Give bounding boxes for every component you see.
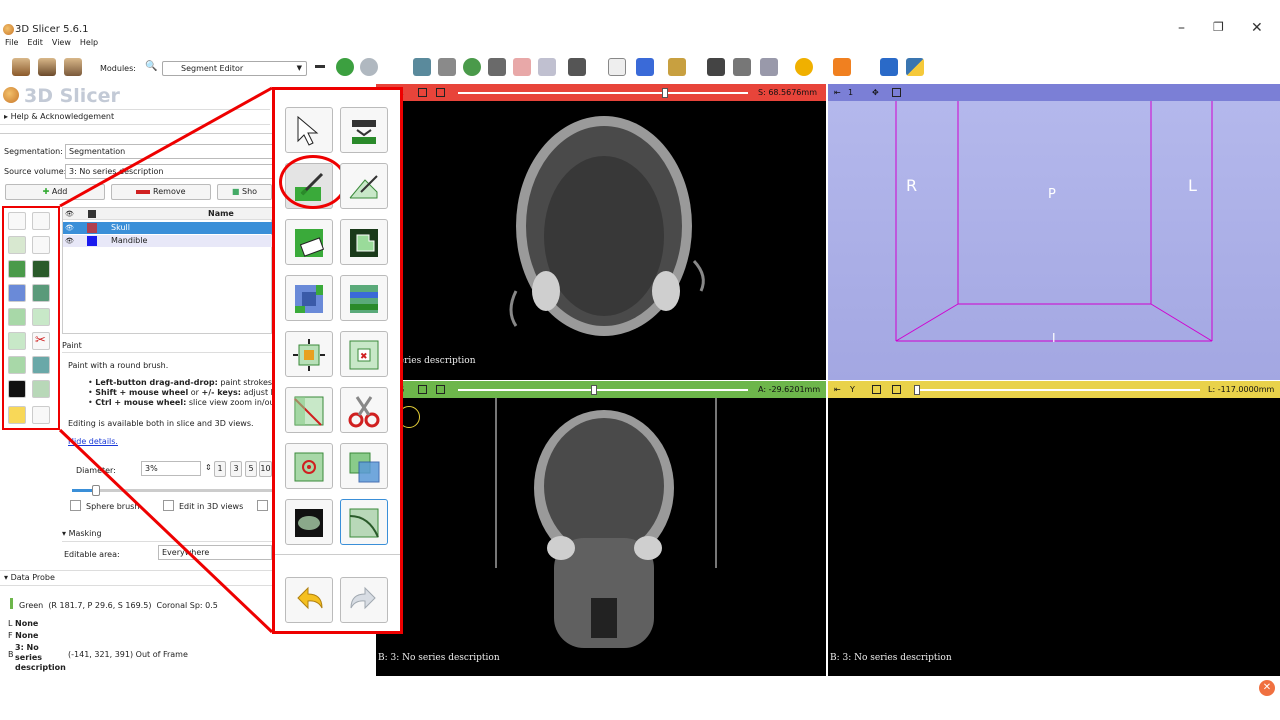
- green-view-controller: G A: -29.6201mm: [376, 381, 826, 398]
- mask-volume-tool-icon[interactable]: [285, 499, 333, 545]
- margin-tool-icon[interactable]: [285, 331, 333, 377]
- layout-icon[interactable]: [568, 58, 586, 76]
- yellow-slice-offset: L: -117.0000mm: [1208, 385, 1275, 394]
- green-slice-view[interactable]: B: 3: No series description: [376, 398, 826, 676]
- python-console-icon[interactable]: [906, 58, 924, 76]
- view-link-icon[interactable]: [833, 58, 851, 76]
- status-bar: ✕: [0, 676, 1280, 720]
- scene-view-icon[interactable]: [733, 58, 751, 76]
- red-slice-slider-handle[interactable]: [662, 88, 668, 98]
- islands-tool-icon[interactable]: [285, 443, 333, 489]
- pin-icon[interactable]: ⇤: [834, 84, 841, 101]
- redo-icon[interactable]: [340, 577, 388, 623]
- 3d-orientation-P: P: [1048, 187, 1056, 202]
- palette-divider: [275, 554, 400, 555]
- pointer-mode-icon[interactable]: [608, 58, 626, 76]
- undo-icon[interactable]: [285, 577, 333, 623]
- volumes-module-icon[interactable]: [463, 58, 481, 76]
- segment-hide-tool-icon[interactable]: [340, 107, 388, 153]
- 3d-view[interactable]: R P L I: [828, 101, 1280, 380]
- pin-icon[interactable]: [872, 385, 881, 394]
- svg-text:✖: ✖: [360, 352, 368, 362]
- 3d-orientation-I: I: [1052, 331, 1056, 345]
- markups-module-icon[interactable]: [538, 58, 556, 76]
- 3d-view-label: 1: [848, 88, 854, 97]
- extension-manager-icon[interactable]: [880, 58, 898, 76]
- effect-palette-enlarged: ✖: [272, 87, 403, 634]
- data-module-icon[interactable]: [438, 58, 456, 76]
- red-view-controller: R S: 68.5676mm: [376, 84, 826, 101]
- minimize-icon[interactable]: –: [1178, 20, 1185, 36]
- coronal-skull-image: [495, 398, 717, 648]
- probe-B-value: (-141, 321, 391) Out of Frame: [68, 650, 188, 659]
- fill-between-slices-tool-icon[interactable]: [340, 275, 388, 321]
- yellow-view-caption: B: 3: No series description: [830, 653, 952, 663]
- probe-layer-B-prefix: B: [8, 650, 14, 659]
- screenshot-icon[interactable]: [707, 58, 725, 76]
- erase-tool-icon[interactable]: [285, 219, 333, 265]
- yellow-view-controller: ⇤ Y L: -117.0000mm: [828, 381, 1280, 398]
- place-fiducial-icon[interactable]: [636, 58, 654, 76]
- yellow-slice-slider[interactable]: [914, 385, 1200, 395]
- extensions-icon[interactable]: [760, 58, 778, 76]
- models-module-icon[interactable]: [488, 58, 506, 76]
- restore-icon[interactable]: ❐: [1213, 20, 1224, 34]
- smoothing-tool-icon[interactable]: [285, 387, 333, 433]
- 3d-orientation-L: L: [1188, 176, 1197, 195]
- green-slice-offset: A: -29.6201mm: [758, 385, 821, 394]
- crosshair-icon[interactable]: [795, 58, 813, 76]
- yellow-slice-slider-handle[interactable]: [914, 385, 920, 395]
- center-view-icon[interactable]: ✥: [872, 84, 879, 101]
- logical-operators-tool-icon[interactable]: [340, 443, 388, 489]
- selected-tool-highlight: [279, 155, 347, 209]
- grow-from-seeds-tool-icon[interactable]: [285, 275, 333, 321]
- transforms-module-icon[interactable]: [513, 58, 531, 76]
- level-tracing-tool-icon[interactable]: [340, 219, 388, 265]
- none-tool-icon[interactable]: [285, 107, 333, 153]
- 3d-orientation-R: R: [906, 176, 918, 195]
- pin-icon[interactable]: ⇤: [834, 381, 841, 398]
- 3d-view-controller: ⇤ 1 ✥: [828, 84, 1280, 101]
- green-slice-slider[interactable]: [458, 385, 748, 395]
- scissors-tool-icon[interactable]: [340, 387, 388, 433]
- draw-tool-icon[interactable]: [340, 163, 388, 209]
- red-slice-view[interactable]: No series description: [376, 101, 826, 380]
- error-log-icon[interactable]: ✕: [1259, 680, 1275, 696]
- maximize-view-icon[interactable]: [892, 88, 901, 97]
- local-threshold-tool-icon[interactable]: [340, 499, 388, 545]
- hollow-tool-icon[interactable]: ✖: [340, 331, 388, 377]
- green-slice-slider-handle[interactable]: [591, 385, 597, 395]
- probe-B-label: 3: No series description: [15, 643, 66, 672]
- maximize-view-icon[interactable]: [892, 385, 901, 394]
- axial-skull-image: [509, 116, 705, 336]
- mouse-mode-icon[interactable]: [668, 58, 686, 76]
- maximize-view-icon[interactable]: [436, 385, 445, 394]
- red-slice-slider[interactable]: [458, 88, 748, 98]
- yellow-view-letter: Y: [850, 385, 855, 394]
- close-icon[interactable]: ✕: [1251, 20, 1263, 36]
- red-slice-offset: S: 68.5676mm: [758, 88, 817, 97]
- yellow-slice-view[interactable]: B: 3: No series description: [828, 398, 1280, 676]
- maximize-view-icon[interactable]: [436, 88, 445, 97]
- green-view-caption: B: 3: No series description: [378, 653, 500, 663]
